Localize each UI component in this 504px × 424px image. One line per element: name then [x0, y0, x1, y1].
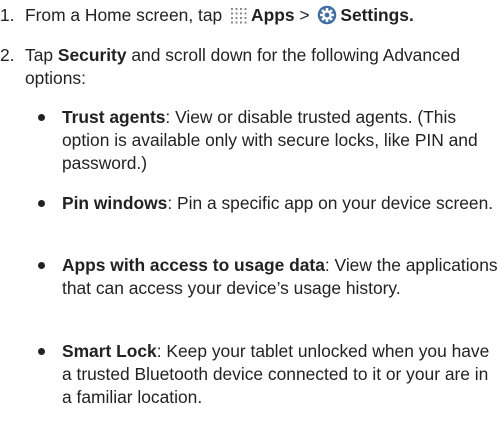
- bullet-dot: [38, 262, 45, 269]
- step-number: 1.: [0, 5, 15, 25]
- step-end: .: [408, 5, 414, 25]
- list-item: Apps with access to usage data: View the…: [38, 254, 498, 326]
- step-text: From a Home screen, tap Apps > Settings.: [25, 4, 504, 31]
- option-name: Smart Lock: [62, 341, 157, 361]
- list-item: Pin windows: Pin a specific app on your …: [38, 192, 498, 240]
- step-text: Tap Security and scroll down for the fol…: [25, 44, 504, 90]
- settings-label: Settings: [340, 5, 409, 25]
- apps-grid-icon: [230, 7, 248, 31]
- bullet-dot: [38, 348, 45, 355]
- step-1: 1. From a Home screen, tap Apps > Settin…: [0, 4, 504, 28]
- step-number: 2.: [0, 45, 15, 65]
- security-label: Security: [57, 45, 127, 65]
- bullet-dot: [38, 200, 45, 207]
- option-name: Trust agents: [62, 107, 166, 127]
- option-name: Apps with access to usage data: [62, 255, 325, 275]
- option-description: : Pin a specific app on your device scre…: [167, 193, 494, 213]
- option-name: Pin windows: [62, 193, 168, 213]
- list-item: Smart Lock: Keep your tablet unlocked wh…: [38, 340, 498, 412]
- settings-gear-icon: [317, 5, 337, 31]
- option-text: Pin windows: Pin a specific app on your …: [62, 192, 498, 215]
- separator: >: [299, 5, 310, 25]
- instructions-page: 1. From a Home screen, tap Apps > Settin…: [0, 0, 504, 424]
- step-2: 2. Tap Security and scroll down for the …: [0, 44, 504, 92]
- option-text: Apps with access to usage data: View the…: [62, 254, 498, 300]
- option-text: Trust agents: View or disable trusted ag…: [62, 106, 498, 175]
- apps-label: Apps: [251, 5, 295, 25]
- step-text-before: Tap: [25, 45, 54, 65]
- step-text-before: From a Home screen, tap: [25, 5, 223, 25]
- option-text: Smart Lock: Keep your tablet unlocked wh…: [62, 340, 498, 409]
- list-item: Trust agents: View or disable trusted ag…: [38, 106, 498, 178]
- bullet-dot: [38, 114, 45, 121]
